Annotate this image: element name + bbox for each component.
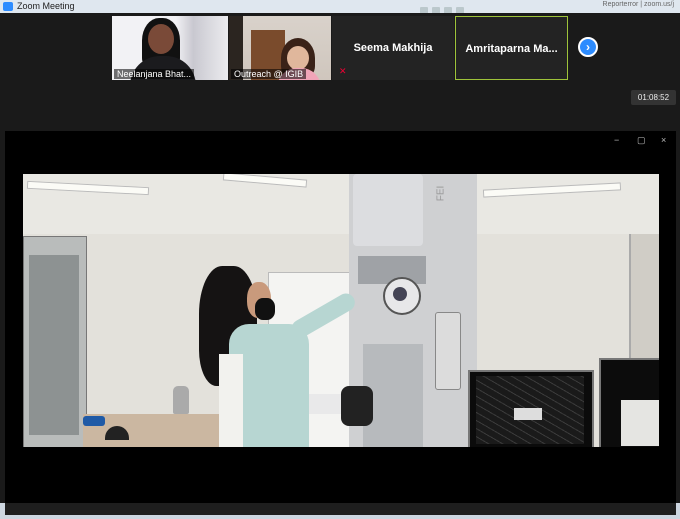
zoom-logo-icon bbox=[3, 2, 13, 11]
participant-tile-3[interactable]: Seema Makhija bbox=[332, 16, 454, 80]
lab-cabinet bbox=[23, 236, 87, 447]
person-mask bbox=[255, 298, 275, 320]
top-right-text: Reporterror | zoom.us/j bbox=[602, 1, 674, 8]
participant-face bbox=[148, 24, 174, 54]
microscope-brand: FEI bbox=[435, 185, 447, 202]
window-title: Zoom Meeting bbox=[17, 1, 75, 11]
microscope-holder bbox=[341, 386, 373, 426]
participant-name: Seema Makhija bbox=[353, 42, 433, 54]
participant-name: Neelanjana Bhat... bbox=[114, 69, 195, 79]
lab-desk bbox=[83, 414, 233, 447]
microscope-cylinder bbox=[435, 312, 461, 390]
person-scarf bbox=[219, 354, 243, 447]
minimize-icon[interactable]: − bbox=[614, 135, 619, 145]
cabinet-glass bbox=[29, 255, 79, 435]
participant-face bbox=[287, 46, 309, 70]
title-bar: Zoom Meeting Reporterror | zoom.us/j bbox=[0, 0, 680, 15]
meeting-timer: 01:08:52 bbox=[631, 90, 676, 105]
monitor-dialog bbox=[514, 408, 542, 420]
next-page-button[interactable]: › bbox=[578, 37, 598, 57]
bottom-strip bbox=[5, 503, 676, 515]
lab-monitor bbox=[468, 370, 594, 447]
shared-video-area: − ▢ × FEI bbox=[5, 131, 676, 503]
lab-monitor-2 bbox=[599, 358, 659, 447]
participant-gallery: Neelanjana Bhat... Outreach @ IGIB Seema… bbox=[5, 13, 676, 131]
monitor-screen bbox=[621, 400, 659, 446]
participant-tile-2[interactable]: Outreach @ IGIB bbox=[229, 16, 331, 80]
participant-name: Amritaparna Ma... bbox=[465, 43, 558, 55]
participant-name: Outreach @ IGIB bbox=[231, 69, 307, 79]
microscope-knob-center bbox=[393, 287, 407, 301]
mic-muted-icon: ✕ bbox=[339, 66, 347, 76]
participant-tile-4[interactable]: Amritaparna Ma... bbox=[455, 16, 568, 80]
microscope-top bbox=[353, 174, 423, 246]
participant-tile-1[interactable]: Neelanjana Bhat... bbox=[112, 16, 228, 80]
taskbar-icons bbox=[420, 2, 480, 15]
lab-bottle bbox=[173, 386, 189, 414]
restore-icon[interactable]: ▢ bbox=[637, 135, 646, 146]
lab-blue-cap bbox=[83, 416, 105, 426]
shared-video[interactable]: FEI bbox=[23, 174, 659, 447]
close-icon[interactable]: × bbox=[661, 135, 666, 145]
